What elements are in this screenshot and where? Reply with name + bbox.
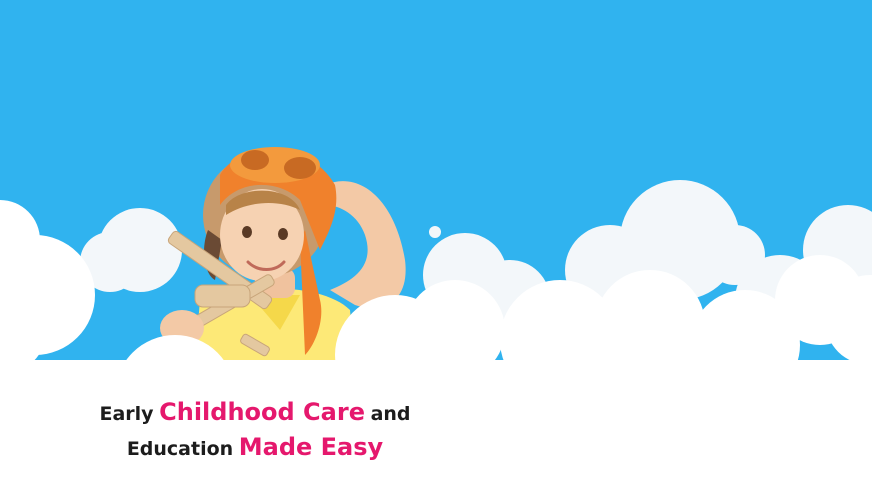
headline-made-easy: Made Easy: [238, 433, 384, 461]
headline-childhood-care: Childhood Care: [159, 398, 365, 426]
headline-education: Education: [126, 438, 234, 460]
headline-line-1: Early Childhood Care and: [60, 396, 450, 431]
headline-early: Early: [99, 403, 154, 425]
headline-line-2: Education Made Easy: [60, 431, 450, 466]
hero-headline: Early Childhood Care and Education Made …: [60, 396, 450, 466]
headline-and: and: [370, 403, 411, 425]
